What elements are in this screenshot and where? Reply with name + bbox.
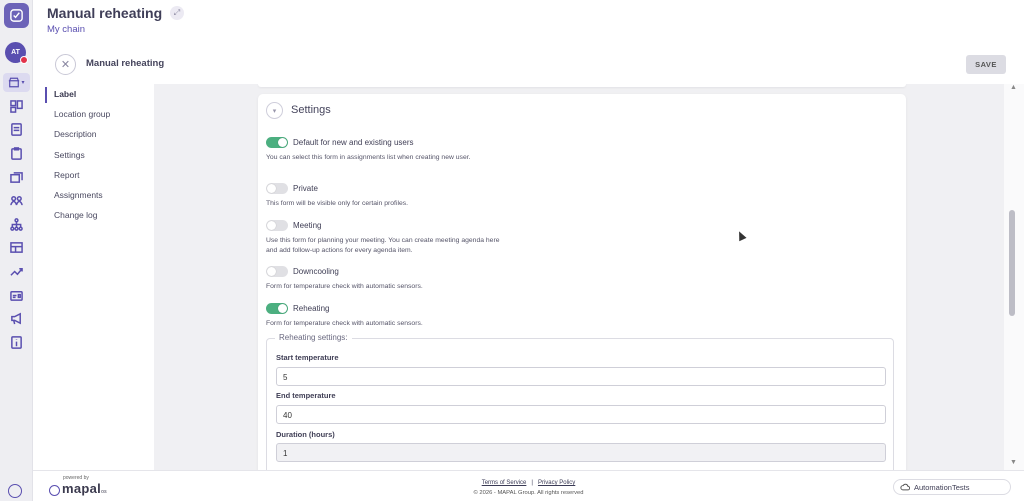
people-icon[interactable] [8,192,24,208]
page-header: Manual reheating ⤢ My chain ✕ Manual reh… [33,0,1024,84]
document-icon[interactable] [8,121,24,137]
terms-link[interactable]: Terms of Service [482,480,527,486]
store-switcher[interactable]: ▾ [3,73,30,92]
nav-item-location-group[interactable]: Location group [54,109,110,119]
app-logo-icon[interactable] [4,3,29,28]
scroll-down-icon[interactable]: ▼ [1010,459,1017,466]
nav-item-label[interactable]: Label [54,89,76,99]
copyright: © 2026 - MAPAL Group. All rights reserve… [473,490,584,496]
fieldset-legend: Reheating settings: [275,333,352,342]
toggle-label: Downcooling [293,267,339,276]
dashboard-icon[interactable] [8,98,24,114]
settings-card: ▾ Settings Default for new and existing … [258,94,906,470]
page-title: Manual reheating [47,5,163,21]
toggle-description: This form will be visible only for certa… [266,200,409,207]
avatar-initials: AT [11,49,20,56]
privacy-link[interactable]: Privacy Policy [538,480,575,486]
scroll-up-icon[interactable]: ▲ [1010,84,1017,91]
hierarchy-icon[interactable] [8,216,24,232]
user-name: AutomationTests [914,482,970,492]
active-indicator [45,87,47,103]
close-button[interactable]: ✕ [55,54,76,75]
close-icon: ✕ [60,59,71,71]
link-separator: | [531,480,533,486]
nav-item-report[interactable]: Report [54,170,80,180]
layers-icon[interactable] [8,169,24,185]
toggle-label: Private [293,184,318,193]
footer: powered by mapalos Terms of Service | Pr… [33,470,1024,501]
collapse-button[interactable]: ▾ [266,102,283,119]
expand-icon[interactable]: ⤢ [170,6,184,20]
table-icon[interactable] [8,239,24,255]
toggle-knob [267,267,276,276]
nav-item-change-log[interactable]: Change log [54,210,97,220]
toggle-downcooling[interactable] [266,266,288,277]
chevron-down-icon: ▾ [21,80,25,86]
toggle-description: Use this form for planning your meeting.… [266,237,500,254]
save-button[interactable]: SAVE [966,55,1006,74]
content-area: ▾ Settings Default for new and existing … [154,84,1004,470]
section-nav: Label Location group Description Setting… [33,84,154,470]
toggle-default-users[interactable] [266,137,288,148]
toggle-knob [267,184,276,193]
footer-links: Terms of Service | Privacy Policy [33,480,1024,486]
left-rail: AT ▾ [0,0,33,501]
notification-dot [20,56,28,64]
previous-section-card [258,84,906,87]
store-icon [9,77,20,88]
toggle-description: Form for temperature check with automati… [266,283,423,290]
duration-label: Duration (hours) [276,430,335,439]
toggle-description: Form for temperature check with automati… [266,320,423,327]
id-card-icon[interactable] [8,287,24,303]
megaphone-icon[interactable] [8,310,24,326]
toggle-label: Meeting [293,221,322,230]
toggle-meeting[interactable] [266,220,288,231]
reheating-settings: Reheating settings: Start temperature 5 … [266,333,894,470]
chain-link[interactable]: My chain [47,24,85,35]
start-temperature-input[interactable]: 5 [276,367,886,386]
start-temperature-label: Start temperature [276,353,339,362]
scrollbar[interactable]: ▲ ▼ [1004,84,1024,470]
toggle-label: Default for new and existing users [293,138,414,147]
toggle-description: You can select this form in assignments … [266,154,471,161]
toggle-knob [267,221,276,230]
duration-input[interactable]: 1 [276,443,886,462]
section-title: Settings [291,104,331,116]
clipboard-icon[interactable] [8,145,24,161]
toggle-knob [278,138,287,147]
scrollbar-thumb[interactable] [1009,210,1015,316]
nav-item-description[interactable]: Description [54,129,97,139]
end-temperature-input[interactable]: 40 [276,405,886,424]
toggle-label: Reheating [293,304,330,313]
toggle-private[interactable] [266,183,288,194]
avatar[interactable]: AT [5,42,28,64]
cloud-icon [900,483,910,491]
end-temperature-label: End temperature [276,391,336,400]
nav-item-assignments[interactable]: Assignments [54,190,103,200]
user-account-button[interactable]: AutomationTests [893,479,1011,495]
settings-icon[interactable] [8,484,22,498]
info-icon[interactable] [8,334,24,350]
nav-item-settings[interactable]: Settings [54,150,85,160]
toggle-knob [278,304,287,313]
trend-icon[interactable] [8,263,24,279]
toggle-reheating[interactable] [266,303,288,314]
form-title: Manual reheating [86,58,165,69]
chevron-down-icon: ▾ [272,107,277,115]
